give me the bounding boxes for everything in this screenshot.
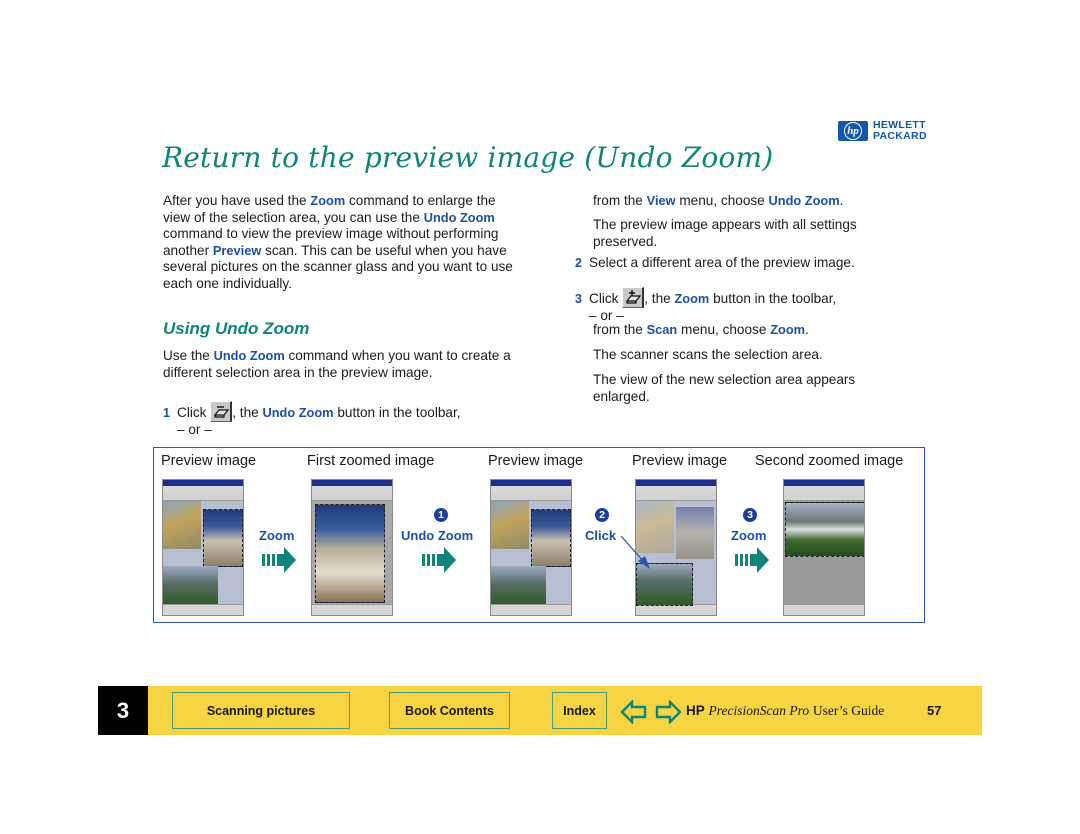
transition-zoom-label: Zoom xyxy=(259,528,295,543)
keyword: Undo Zoom xyxy=(423,209,495,225)
caption-preview-2: Preview image xyxy=(488,453,584,469)
step-number: 1 xyxy=(163,406,170,420)
pointer-arrow-icon xyxy=(620,535,650,569)
guide-title: HP PrecisionScan Pro User’s Guide xyxy=(686,703,885,718)
keyword: Scan xyxy=(646,322,678,337)
step-3-continuation: from the Scan menu, choose Zoom. xyxy=(593,322,809,337)
keyword: View xyxy=(646,193,676,208)
keyword: Zoom xyxy=(770,322,806,337)
zoom-toolbar-icon xyxy=(622,287,645,308)
arrow-right-icon xyxy=(735,547,769,573)
keyword: Zoom xyxy=(310,193,346,208)
index-button[interactable]: Index xyxy=(552,692,607,729)
step-1-continuation: from the View menu, choose Undo Zoom. xyxy=(593,193,844,208)
chapter-tab: 3 xyxy=(98,686,148,735)
intro-paragraph: After you have used the Zoom command to … xyxy=(163,193,513,291)
keyword: Undo Zoom xyxy=(768,193,840,208)
keyword: Undo Zoom xyxy=(213,348,285,363)
transition-undo-zoom-label: Undo Zoom xyxy=(401,528,474,543)
usage-paragraph: Use the Undo Zoom command when you want … xyxy=(163,348,511,380)
caption-preview-1: Preview image xyxy=(161,453,257,469)
step-3: 3 Click , the Zoom button in the toolbar,… xyxy=(575,287,925,325)
result-enlarged: The view of the new selection area appea… xyxy=(593,372,856,404)
scanning-pictures-button[interactable]: Scanning pictures xyxy=(172,692,350,729)
step-2: 2 Select a different area of the preview … xyxy=(575,255,855,270)
result-preview-restored: The preview image appears with all setti… xyxy=(593,217,857,249)
screenshot-preview-2 xyxy=(490,479,572,616)
caption-preview-3: Preview image xyxy=(632,453,728,469)
step-badge-1: 1 xyxy=(434,508,448,522)
screenshot-first-zoomed xyxy=(311,479,393,616)
hp-logo-mark: hp xyxy=(838,121,868,141)
step-badge-2: 2 xyxy=(595,508,609,522)
step-badge-3: 3 xyxy=(743,508,757,522)
book-contents-button[interactable]: Book Contents xyxy=(389,692,510,729)
screenshot-second-zoomed xyxy=(783,479,865,616)
caption-second-zoomed: Second zoomed image xyxy=(755,453,904,469)
forward-arrow-icon[interactable] xyxy=(654,700,682,724)
arrow-right-icon xyxy=(262,547,296,573)
back-arrow-icon[interactable] xyxy=(620,700,648,724)
subheading: Using Undo Zoom xyxy=(163,319,310,338)
transition-click-label: Click xyxy=(585,528,617,543)
page-number: 57 xyxy=(927,703,942,718)
keyword: Preview xyxy=(212,242,262,258)
transition-zoom-2-label: Zoom xyxy=(731,528,767,543)
step-1: 1 Click , the Undo Zoom button in the too… xyxy=(163,401,523,439)
arrow-right-icon xyxy=(422,547,456,573)
hp-logo-wordmark: HEWLETT PACKARD xyxy=(873,119,927,142)
result-scans: The scanner scans the selection area. xyxy=(593,347,823,362)
hp-logo: hp HEWLETT PACKARD xyxy=(838,119,946,143)
undo-zoom-toolbar-icon xyxy=(210,401,233,422)
caption-first-zoomed: First zoomed image xyxy=(307,453,435,469)
screenshot-preview-1 xyxy=(162,479,244,616)
page-title: Return to the preview image (Undo Zoom) xyxy=(162,141,774,174)
